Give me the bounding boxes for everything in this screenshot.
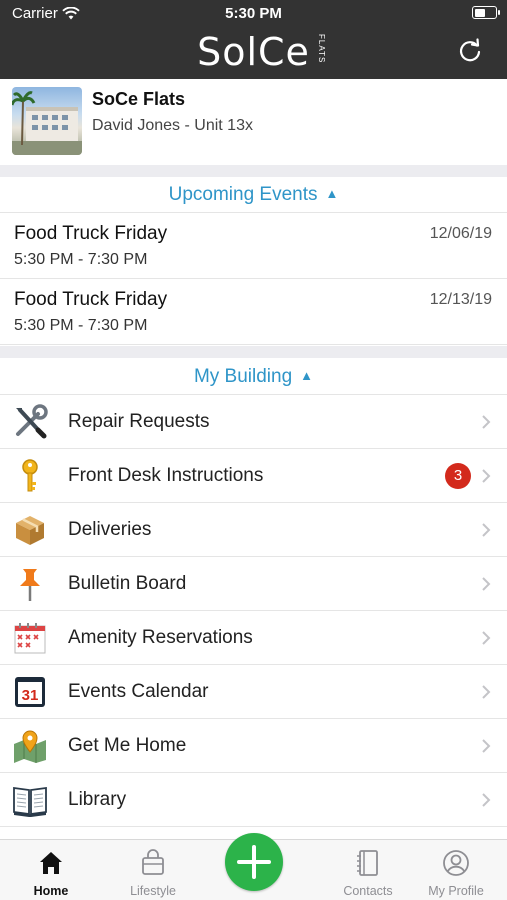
- building-item-repair-requests[interactable]: Repair Requests: [0, 395, 507, 449]
- tab-home[interactable]: Home: [6, 840, 96, 900]
- plus-icon: [237, 845, 271, 879]
- event-title: Food Truck Friday: [14, 223, 168, 244]
- tab-label: Contacts: [343, 884, 393, 898]
- building-item-get-me-home[interactable]: Get Me Home: [0, 719, 507, 773]
- event-date: 12/06/19: [429, 225, 492, 242]
- chevron-right-icon: [482, 523, 491, 537]
- upcoming-events-title: Upcoming Events: [168, 184, 318, 205]
- item-label: Bulletin Board: [68, 573, 187, 594]
- event-title: Food Truck Friday: [14, 289, 168, 310]
- collapse-caret-icon: ▲: [325, 186, 339, 201]
- tab-contacts[interactable]: Contacts: [323, 840, 413, 900]
- item-label: Get Me Home: [68, 735, 187, 756]
- event-time: 5:30 PM - 7:30 PM: [14, 317, 148, 334]
- item-label: Library: [68, 789, 127, 810]
- section-divider: [0, 165, 507, 177]
- event-row[interactable]: Food Truck Friday 5:30 PM - 7:30 PM 12/1…: [0, 279, 507, 345]
- property-photo: [12, 87, 82, 155]
- top-bar: Carrier 5:30 PM SolCe FLATS: [0, 0, 507, 79]
- add-button[interactable]: [225, 833, 283, 891]
- tab-my-profile[interactable]: My Profile: [411, 840, 501, 900]
- item-label: Deliveries: [68, 519, 152, 540]
- tab-label: Lifestyle: [130, 884, 176, 898]
- logo-subtext: FLATS: [317, 34, 326, 64]
- building-item-library[interactable]: Library: [0, 773, 507, 827]
- app-logo: SolCe FLATS: [0, 30, 507, 74]
- building-item-amenity-reservations[interactable]: Amenity Reservations: [0, 611, 507, 665]
- pushpin-icon: [20, 569, 40, 601]
- building-item-events-calendar[interactable]: 31 Events Calendar: [0, 665, 507, 719]
- shopping-bag-icon: [142, 849, 164, 875]
- tab-lifestyle[interactable]: Lifestyle: [108, 840, 198, 900]
- building-item-bulletin-board[interactable]: Bulletin Board: [0, 557, 507, 611]
- refresh-icon[interactable]: [455, 36, 485, 66]
- map-pin-icon: [14, 730, 46, 763]
- chevron-right-icon: [482, 631, 491, 645]
- calendar-day-number: 31: [22, 687, 39, 704]
- tools-icon: [16, 404, 48, 439]
- tab-label: Home: [33, 884, 69, 898]
- chevron-right-icon: [482, 685, 491, 699]
- building-item-deliveries[interactable]: Deliveries: [0, 503, 507, 557]
- chevron-right-icon: [482, 793, 491, 807]
- reservation-calendar-icon: [14, 623, 46, 654]
- status-time: 5:30 PM: [225, 5, 282, 22]
- my-building-header[interactable]: My Building ▲: [0, 359, 507, 395]
- event-row[interactable]: Food Truck Friday 5:30 PM - 7:30 PM 12/0…: [0, 213, 507, 279]
- section-divider: [0, 346, 507, 358]
- item-label: Front Desk Instructions: [68, 465, 264, 486]
- property-card[interactable]: SoCe Flats David Jones - Unit 13x: [0, 79, 507, 165]
- chevron-right-icon: [482, 469, 491, 483]
- item-label: Amenity Reservations: [68, 627, 253, 648]
- logo-text: SolCe: [197, 30, 310, 74]
- chevron-right-icon: [482, 577, 491, 591]
- event-time: 5:30 PM - 7:30 PM: [14, 251, 148, 268]
- upcoming-events-header[interactable]: Upcoming Events ▲: [0, 177, 507, 213]
- profile-icon: [443, 850, 469, 876]
- item-label: Events Calendar: [68, 681, 209, 702]
- chevron-right-icon: [482, 739, 491, 753]
- event-date: 12/13/19: [429, 291, 492, 308]
- calendar-31-icon: 31: [15, 677, 45, 707]
- chevron-right-icon: [482, 415, 491, 429]
- status-bar: Carrier 5:30 PM: [0, 0, 507, 28]
- my-building-title: My Building: [193, 366, 293, 387]
- tab-label: My Profile: [428, 884, 484, 898]
- building-item-front-desk-instructions[interactable]: Front Desk Instructions 3: [0, 449, 507, 503]
- notification-badge: 3: [445, 463, 471, 489]
- property-name: SoCe Flats: [92, 89, 186, 109]
- key-icon: [22, 459, 38, 492]
- address-book-icon: [357, 850, 378, 876]
- book-icon: [13, 786, 47, 817]
- resident-info: David Jones - Unit 13x: [92, 117, 253, 134]
- battery-icon: [472, 6, 500, 19]
- home-icon: [40, 852, 62, 874]
- item-label: Repair Requests: [68, 411, 210, 432]
- package-icon: [16, 516, 44, 545]
- collapse-caret-icon: ▲: [300, 368, 314, 383]
